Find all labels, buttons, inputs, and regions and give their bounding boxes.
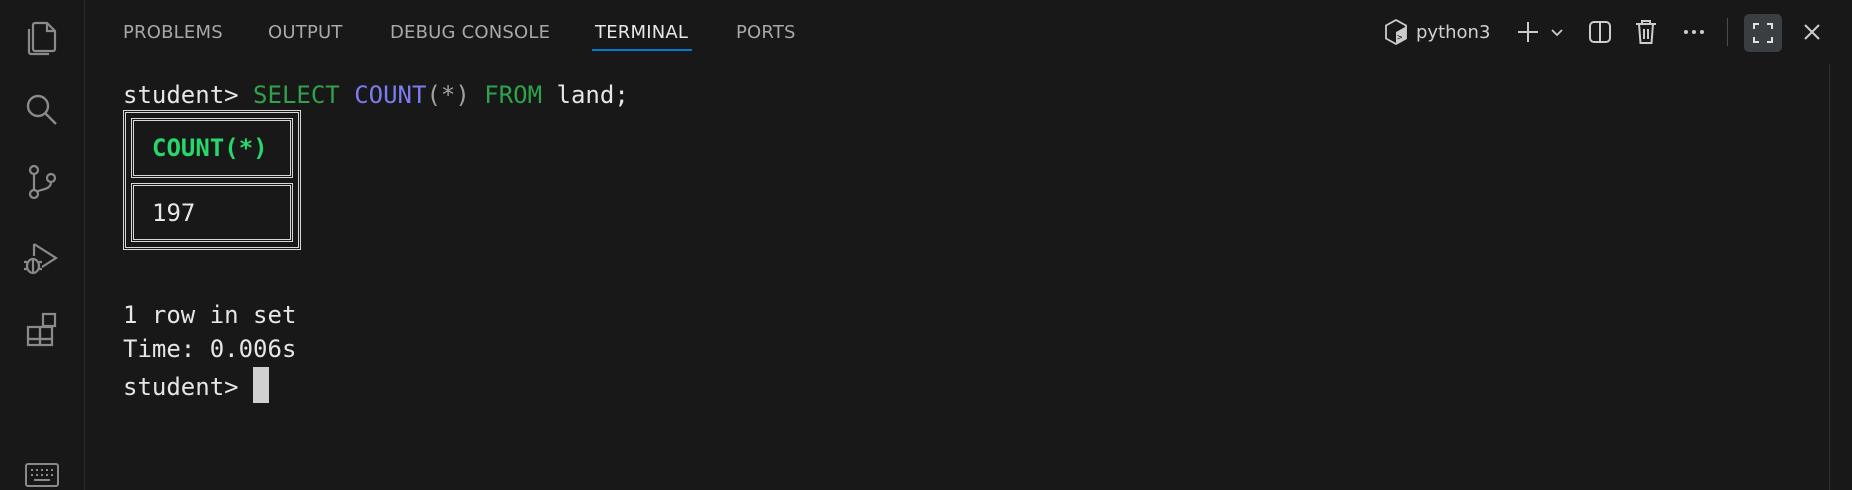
active-tab-indicator <box>592 49 692 51</box>
terminal-dropdown-button[interactable] <box>1546 14 1568 50</box>
split-icon <box>1589 21 1611 43</box>
prompt: student> <box>123 81 254 109</box>
ellipsis-icon <box>1684 30 1704 34</box>
tab-terminal[interactable]: TERMINAL <box>595 22 688 43</box>
tab-ports[interactable]: PORTS <box>736 22 796 43</box>
run-debug-icon[interactable] <box>22 238 62 278</box>
svg-text:>: > <box>1397 33 1403 43</box>
row-count-line: 1 row in set <box>123 301 297 329</box>
terminal-shell-icon: > <box>1385 19 1407 45</box>
sql-args: (*) <box>426 81 470 109</box>
more-actions-button[interactable] <box>1680 14 1708 50</box>
sql-keyword-from: FROM <box>484 81 543 109</box>
search-icon[interactable] <box>22 90 62 130</box>
sql-keyword-select: SELECT <box>253 81 340 109</box>
maximize-panel-button[interactable] <box>1744 14 1782 52</box>
tab-debug-console[interactable]: DEBUG CONSOLE <box>390 22 550 43</box>
plus-icon <box>1518 22 1538 42</box>
result-header-cell: COUNT(*) <box>131 118 293 178</box>
close-icon <box>1804 24 1820 40</box>
final-prompt-line: student> <box>123 367 270 403</box>
result-table: COUNT(*) 197 <box>123 110 301 250</box>
explorer-icon[interactable] <box>22 18 62 58</box>
close-panel-button[interactable] <box>1798 14 1826 50</box>
source-control-icon[interactable] <box>22 162 62 202</box>
scrollbar-edge <box>1829 64 1830 490</box>
result-value-cell: 197 <box>131 183 293 242</box>
keyboard-icon[interactable] <box>22 456 62 490</box>
terminal-profile-button[interactable]: > python3 <box>1384 14 1490 50</box>
command-line: student> SELECT COUNT(*) FROM land; <box>123 80 629 110</box>
terminal-cursor <box>253 367 270 403</box>
sql-function-count: COUNT <box>354 81 427 109</box>
toolbar-separator <box>1727 18 1728 46</box>
split-terminal-button[interactable] <box>1586 14 1614 50</box>
result-header: COUNT(*) <box>152 134 268 162</box>
extensions-icon[interactable] <box>22 310 62 350</box>
terminal-profile-label: python3 <box>1416 21 1491 43</box>
activity-bar <box>0 0 85 490</box>
sql-table-name: land; <box>556 81 629 109</box>
new-terminal-button[interactable] <box>1514 14 1542 50</box>
kill-terminal-button[interactable] <box>1632 14 1660 50</box>
tab-problems[interactable]: PROBLEMS <box>123 22 223 43</box>
final-prompt: student> <box>123 373 254 401</box>
chevron-down-icon <box>1551 29 1563 37</box>
timing-line: Time: 0.006s <box>123 335 297 363</box>
terminal-scrollbar[interactable] <box>1825 64 1852 490</box>
tab-output[interactable]: OUTPUT <box>268 22 343 43</box>
vscode-window: PROBLEMS OUTPUT DEBUG CONSOLE TERMINAL P… <box>0 0 1852 490</box>
terminal-output[interactable]: student> SELECT COUNT(*) FROM land; COUN… <box>85 64 1825 490</box>
trash-icon <box>1636 20 1656 44</box>
maximize-icon <box>1753 23 1773 43</box>
result-value: 197 <box>152 199 196 227</box>
